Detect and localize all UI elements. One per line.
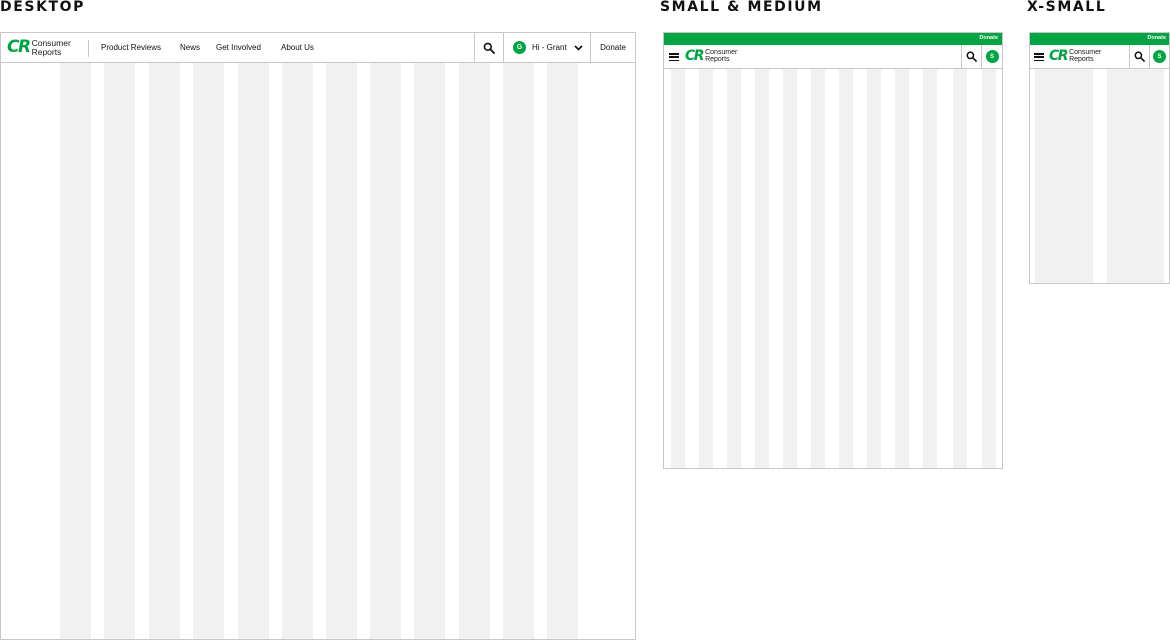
donate-button[interactable]: Donate [590,33,635,62]
search-icon [1134,51,1145,62]
grid-column [547,33,578,639]
grid-column [1035,33,1093,283]
donate-label: Donate [600,43,626,52]
grid-column [104,33,135,639]
grid-column [193,33,224,639]
logo-line-2: Reports [705,56,730,63]
search-icon [966,51,977,62]
donate-link[interactable]: Donate [979,35,998,41]
grid-column [238,33,269,639]
search-button[interactable] [1129,45,1149,68]
logo-line-2: Reports [1069,56,1094,63]
nav-get-involved[interactable]: Get Involved [216,43,261,52]
logo-mark: CR [7,37,31,57]
nav-about-us[interactable]: About Us [281,43,314,52]
search-button[interactable] [474,33,503,62]
chevron-down-icon [574,44,583,51]
grid-column [783,33,797,468]
account-button[interactable]: S [981,45,1002,68]
logo-mark: CR [685,48,705,64]
hamburger-icon[interactable] [1034,53,1044,61]
grid-column [811,33,825,468]
grid-column [459,33,490,639]
grid-column [60,33,91,639]
donate-bar: Donate [664,33,1002,45]
account-menu[interactable]: G Hi - Grant [503,33,590,62]
search-button[interactable] [961,45,981,68]
grid-column [671,33,685,468]
account-button[interactable]: S [1149,45,1169,68]
grid-column [1107,33,1164,283]
cr-logo[interactable]: CR Consumer Reports [7,39,71,56]
grid-column [370,33,401,639]
grid-column [326,33,357,639]
grid-column [839,33,853,468]
xsmall-frame: Donate CR Consumer Reports S [1029,32,1170,284]
grid-column [953,33,967,468]
logo-wordmark: Consumer Reports [1069,49,1101,63]
logo-wordmark: Consumer Reports [705,49,737,63]
user-avatar: G [513,41,526,54]
user-greeting: Hi - Grant [532,43,567,52]
logo-line-1: Consumer [1069,49,1102,56]
xsmall-header: CR Consumer Reports S [1030,45,1169,69]
donate-link[interactable]: Donate [1147,35,1166,41]
xsmall-label: X-SMALL [1027,0,1107,15]
desktop-label: DESKTOP [0,0,86,15]
logo-wordmark: Consumer Reports [32,39,71,56]
logo-line-2: Reports [31,46,62,57]
grid-column [923,33,937,468]
grid-column [414,33,445,639]
grid-column [699,33,713,468]
grid-column [755,33,769,468]
cr-logo[interactable]: CR Consumer Reports [1049,49,1101,63]
small-header: CR Consumer Reports S [664,45,1002,69]
cr-logo[interactable]: CR Consumer Reports [685,49,737,63]
grid-column [867,33,881,468]
donate-bar: Donate [1030,33,1169,45]
desktop-header: CR Consumer Reports Product Reviews News… [1,33,635,63]
grid-column [982,33,996,468]
user-avatar: S [985,50,999,63]
small-medium-label: SMALL & MEDIUM [660,0,823,15]
user-avatar: S [1153,50,1166,63]
logo-divider [88,40,89,57]
search-icon [483,42,495,54]
logo-line-1: Consumer [705,49,738,56]
grid-column [282,33,313,639]
nav-product-reviews[interactable]: Product Reviews [101,43,161,52]
grid-column [727,33,741,468]
nav-news[interactable]: News [180,43,200,52]
desktop-frame: CR Consumer Reports Product Reviews News… [0,32,636,640]
grid-column [149,33,180,639]
logo-mark: CR [1049,48,1069,64]
hamburger-icon[interactable] [669,53,679,61]
grid-column [895,33,909,468]
grid-column [503,33,534,639]
small-medium-frame: Donate CR Consumer Reports S [663,32,1003,469]
